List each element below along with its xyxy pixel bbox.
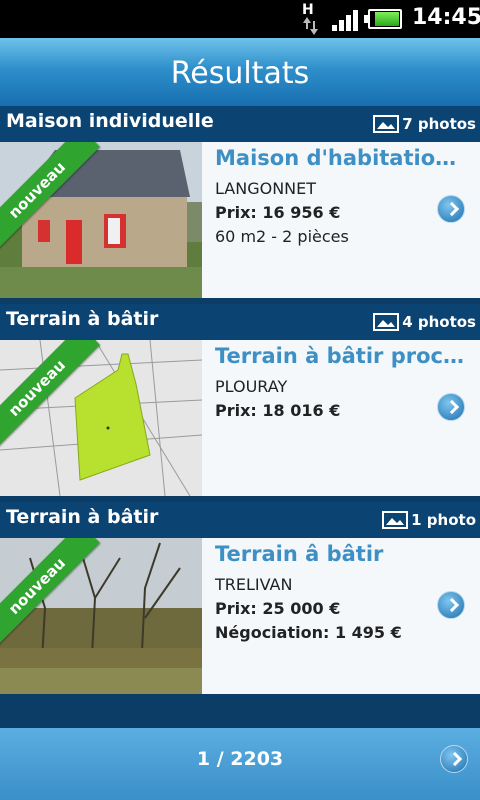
page-indicator: 1 / 2203 bbox=[196, 748, 284, 770]
listing-thumbnail[interactable]: nouveau bbox=[0, 340, 202, 496]
listing-thumbnail[interactable]: nouveau bbox=[0, 142, 202, 298]
pagination-bar: 1 / 2203 bbox=[0, 728, 480, 800]
chevron-right-icon[interactable] bbox=[437, 195, 465, 223]
listing-price: Prix: 25 000 € bbox=[215, 599, 341, 618]
listing-details: 60 m2 - 2 pièces bbox=[215, 227, 349, 246]
photo-gallery-icon bbox=[373, 115, 400, 133]
listing-title[interactable]: Terrain à bâtir proche bourg bbox=[215, 344, 465, 368]
listing-title[interactable]: Maison d'habitation en pierre bbox=[215, 146, 465, 170]
listing-city: LANGONNET bbox=[215, 179, 317, 198]
category-bar: Terrain à bâtir 4 photos bbox=[0, 304, 480, 340]
signal-icon bbox=[332, 9, 360, 31]
app-header: Résultats bbox=[0, 38, 480, 106]
photo-gallery-icon bbox=[382, 511, 409, 529]
photo-count-label: 7 photos bbox=[402, 115, 476, 133]
listing-negotiation: Négociation: 1 495 € bbox=[215, 623, 402, 642]
network-type-icon: H bbox=[298, 2, 320, 35]
listing-card[interactable]: nouveau Terrain à bâtir proche bourg PLO… bbox=[0, 340, 480, 496]
page-title: Résultats bbox=[170, 56, 310, 91]
photo-count-label: 4 photos bbox=[402, 313, 476, 331]
photo-gallery-icon bbox=[373, 313, 400, 331]
photo-count[interactable]: 4 photos bbox=[373, 313, 476, 331]
listing-price: Prix: 16 956 € bbox=[215, 203, 341, 222]
listing-title[interactable]: Terrain â bâtir bbox=[215, 542, 465, 566]
photo-count-label: 1 photo bbox=[411, 511, 476, 529]
listing-card[interactable]: nouveau Maison d'habitation en pierre LA… bbox=[0, 142, 480, 298]
chevron-right-icon[interactable] bbox=[437, 393, 465, 421]
category-bar: Maison individuelle 7 photos bbox=[0, 106, 480, 142]
listing-price: Prix: 18 016 € bbox=[215, 401, 341, 420]
listing-thumbnail[interactable]: nouveau bbox=[0, 538, 202, 694]
chevron-right-icon[interactable] bbox=[440, 745, 468, 773]
list-item[interactable]: Maison individuelle 7 photos nouveau Mai… bbox=[0, 106, 480, 304]
photo-count[interactable]: 7 photos bbox=[373, 115, 476, 133]
list-item[interactable]: Terrain à bâtir 4 photos nouveau Terrain… bbox=[0, 304, 480, 502]
list-item[interactable]: Terrain à bâtir 1 photo nouveau Terrain … bbox=[0, 502, 480, 700]
category-title: Maison individuelle bbox=[6, 110, 214, 132]
status-time: 14:45 bbox=[412, 5, 480, 30]
category-bar: Terrain à bâtir 1 photo bbox=[0, 502, 480, 538]
listing-city: TRELIVAN bbox=[215, 575, 293, 594]
battery-icon bbox=[364, 9, 402, 29]
status-bar: H 14:45 bbox=[0, 0, 480, 38]
listing-city: PLOURAY bbox=[215, 377, 288, 396]
photo-count[interactable]: 1 photo bbox=[382, 511, 476, 529]
category-title: Terrain à bâtir bbox=[6, 506, 159, 528]
chevron-right-icon[interactable] bbox=[437, 591, 465, 619]
category-title: Terrain à bâtir bbox=[6, 308, 159, 330]
listing-card[interactable]: nouveau Terrain â bâtir TRELIVAN Prix: 2… bbox=[0, 538, 480, 694]
